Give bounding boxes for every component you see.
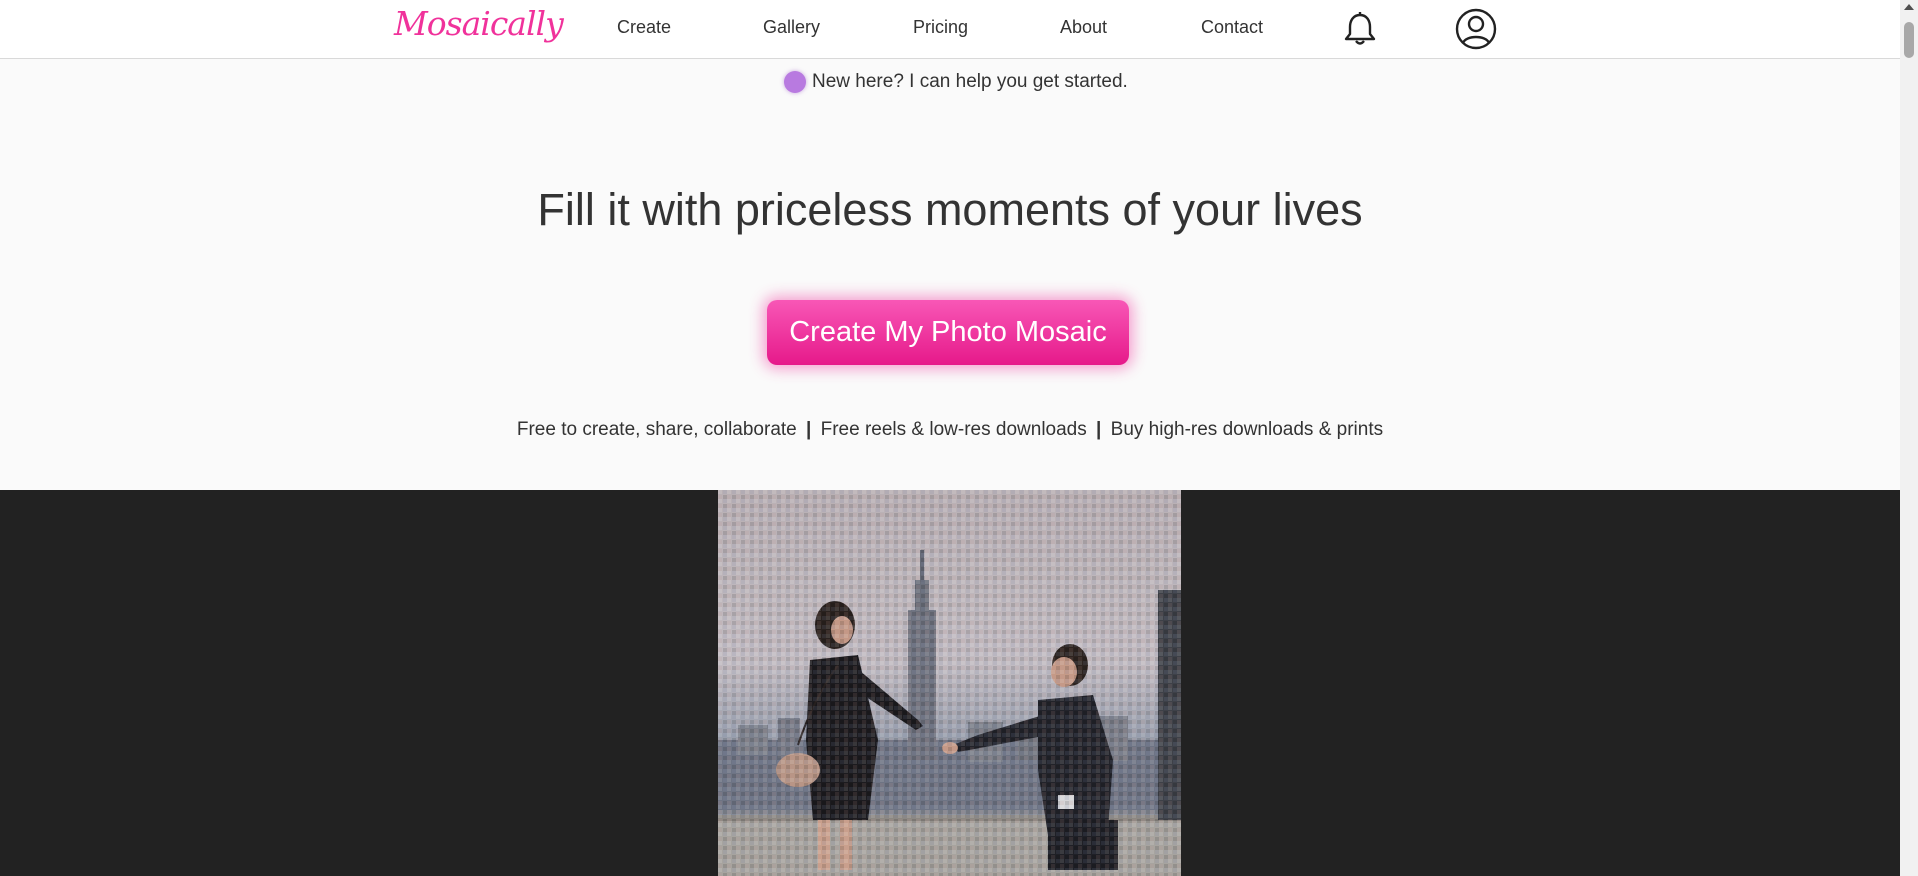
mosaic-showcase-image (718, 490, 1181, 876)
nav-contact[interactable]: Contact (1201, 17, 1263, 38)
assistant-dot-icon (784, 71, 806, 93)
nav-pricing[interactable]: Pricing (913, 17, 968, 38)
nav-about[interactable]: About (1060, 17, 1107, 38)
nav-create[interactable]: Create (617, 17, 671, 38)
scroll-thumb[interactable] (1904, 22, 1914, 58)
helper-text: New here? I can help you get started. (812, 71, 1128, 92)
page: Mosaically Create Gallery Pricing About … (0, 0, 1900, 876)
perk-free-reels: Free reels & low-res downloads (820, 419, 1087, 440)
logo[interactable]: Mosaically (394, 4, 564, 43)
bell-icon[interactable] (1343, 11, 1377, 47)
page-scrollbar[interactable] (1900, 0, 1918, 876)
perk-separator: | (1096, 419, 1102, 440)
user-account-icon[interactable] (1455, 8, 1497, 50)
nav-gallery[interactable]: Gallery (763, 17, 820, 38)
onboarding-helper[interactable]: New here? I can help you get started. (784, 69, 1128, 95)
hero-headline: Fill it with priceless moments of your l… (537, 184, 1363, 235)
scroll-up-arrow-icon[interactable] (1904, 4, 1914, 10)
perk-buy-prints: Buy high-res downloads & prints (1110, 419, 1384, 440)
perks-line: Free to create, share, collaborate | Fre… (0, 419, 1900, 441)
perk-separator: | (806, 419, 812, 440)
site-header: Mosaically Create Gallery Pricing About … (0, 0, 1900, 59)
create-mosaic-button[interactable]: Create My Photo Mosaic (767, 300, 1129, 365)
perk-free-create: Free to create, share, collaborate (516, 419, 797, 440)
